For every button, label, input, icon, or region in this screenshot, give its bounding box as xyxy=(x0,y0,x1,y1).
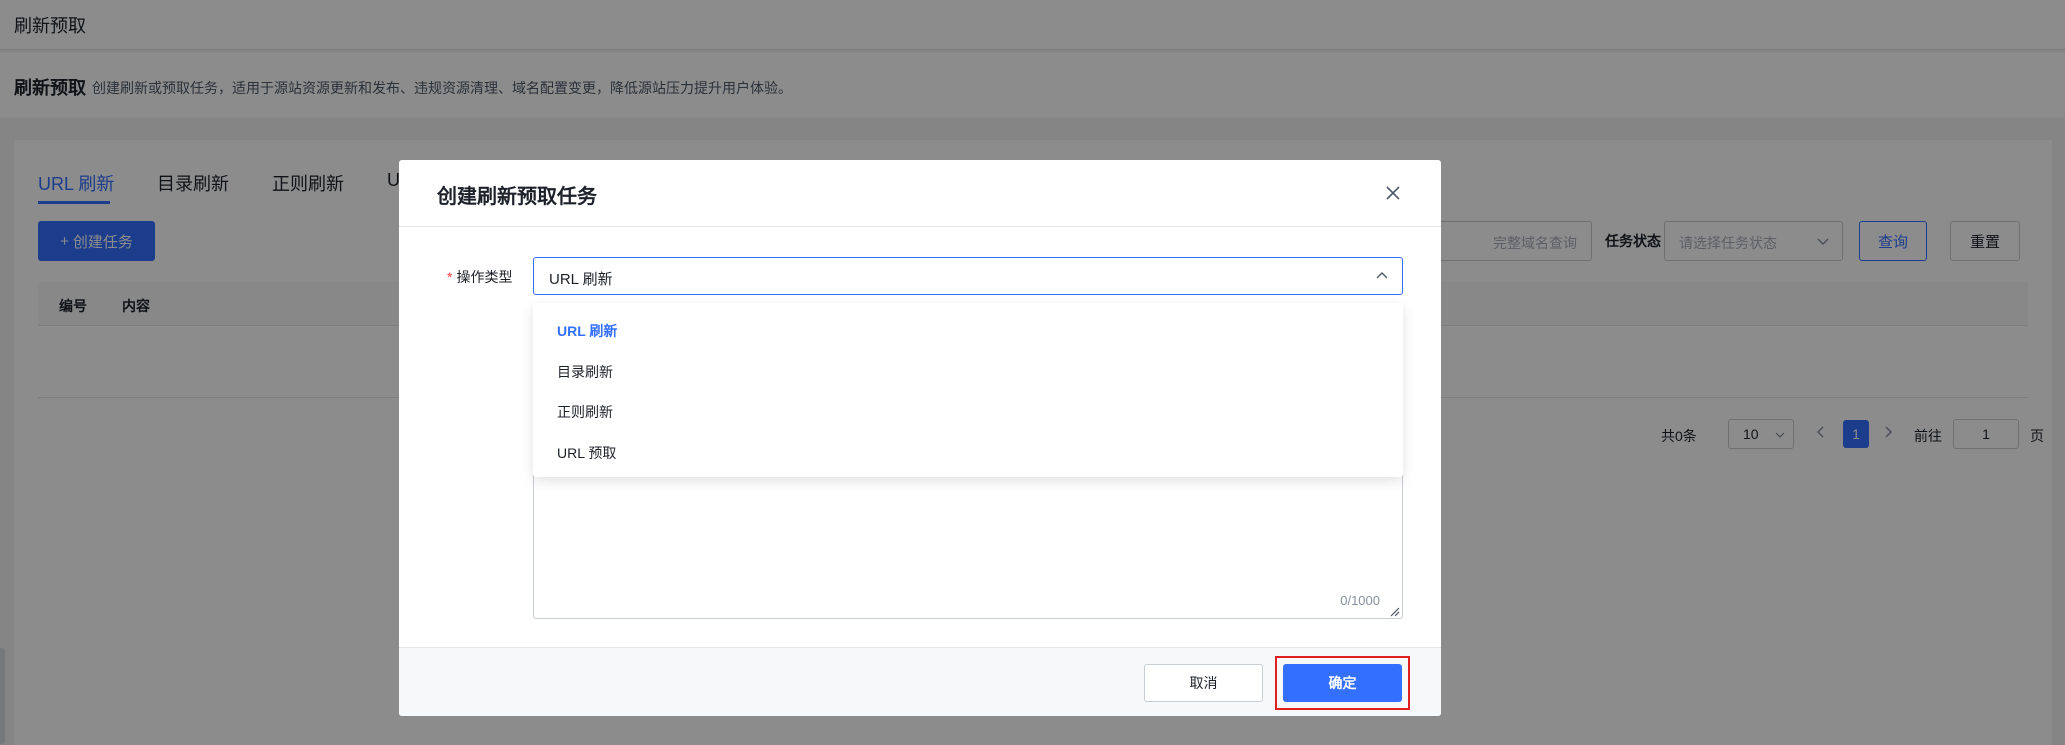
confirm-button[interactable]: 确定 xyxy=(1283,664,1402,702)
operation-type-select[interactable]: URL 刷新 xyxy=(533,257,1403,295)
option-directory-refresh[interactable]: 目录刷新 xyxy=(557,362,613,382)
cancel-button[interactable]: 取消 xyxy=(1144,664,1263,702)
operation-type-label: * 操作类型 xyxy=(447,267,512,287)
operation-type-value: URL 刷新 xyxy=(549,271,613,288)
option-url-refresh[interactable]: URL 刷新 xyxy=(557,321,617,341)
operation-type-dropdown: URL 刷新 目录刷新 正则刷新 URL 预取 xyxy=(533,303,1403,477)
modal-divider xyxy=(399,226,1441,227)
modal-footer: 取消 确定 xyxy=(399,647,1441,716)
option-regex-refresh[interactable]: 正则刷新 xyxy=(557,402,613,422)
close-icon[interactable] xyxy=(1382,182,1404,204)
chevron-up-icon xyxy=(1374,267,1390,283)
option-url-prefetch[interactable]: URL 预取 xyxy=(557,443,616,463)
modal-title: 创建刷新预取任务 xyxy=(437,186,597,208)
operation-type-text: 操作类型 xyxy=(456,269,513,285)
required-mark: * xyxy=(447,269,453,285)
char-counter: 0/1000 xyxy=(1340,593,1380,608)
resize-handle-icon[interactable] xyxy=(1388,604,1400,617)
